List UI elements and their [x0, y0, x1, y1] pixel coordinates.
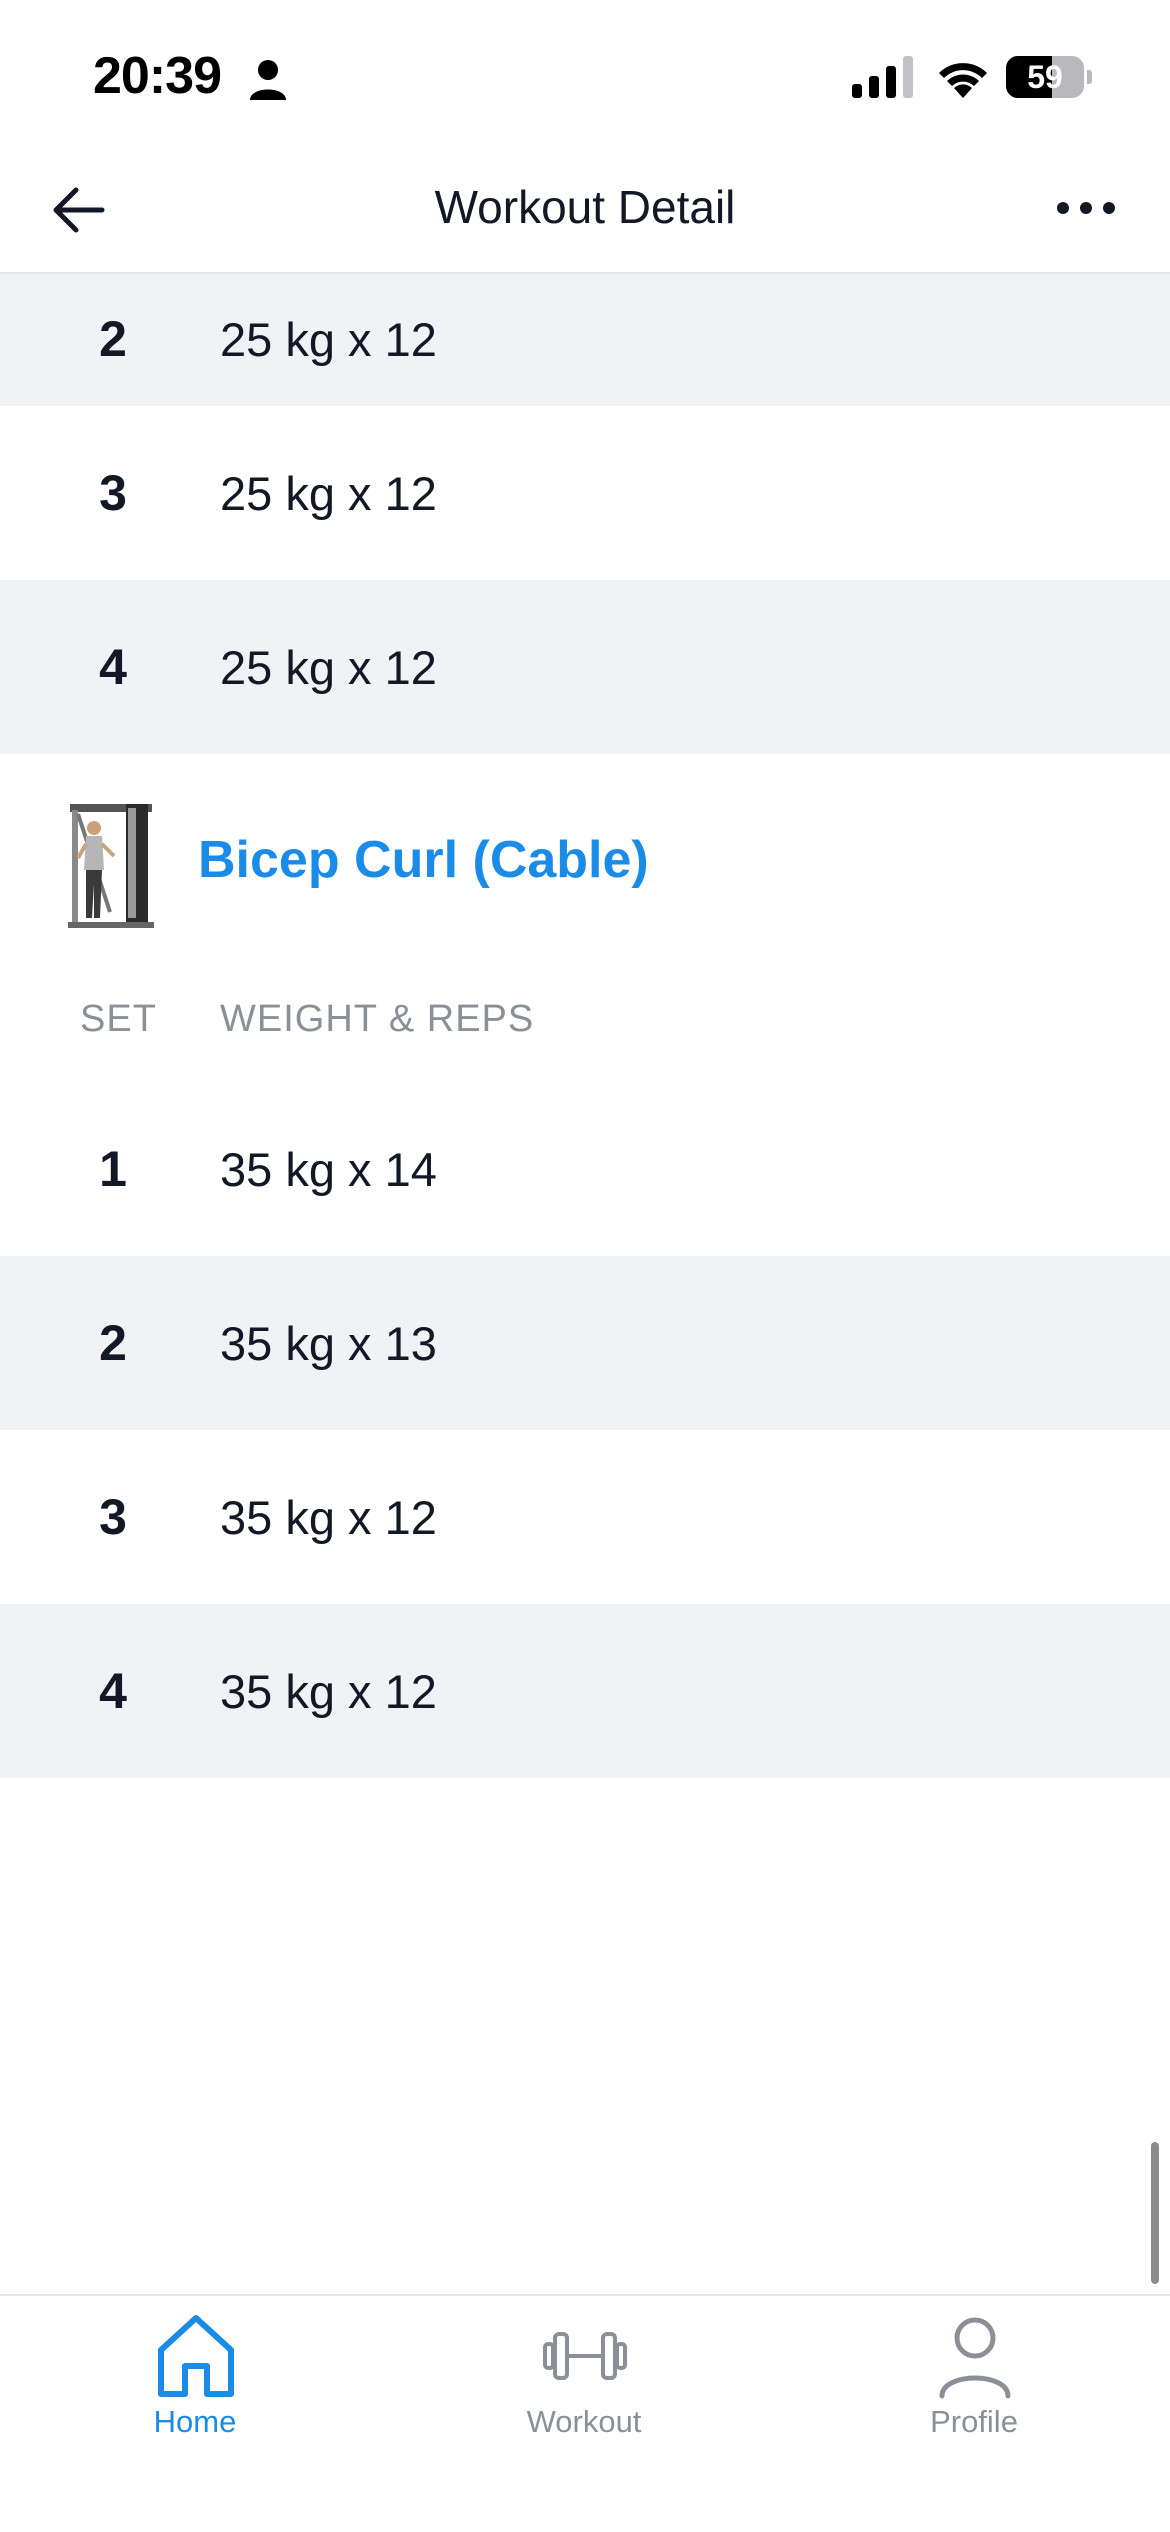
set-number: 2: [99, 311, 127, 367]
set-number: 3: [99, 1489, 127, 1545]
battery-icon: 59: [1006, 56, 1092, 98]
set-row: 2 35 kg x 13: [0, 1256, 1170, 1430]
set-weight-reps: 35 kg x 14: [220, 1142, 437, 1196]
cellular-signal-icon: [852, 56, 913, 98]
tab-home-label: Home: [153, 2404, 237, 2439]
set-number: 1: [99, 1141, 127, 1197]
set-number: 4: [99, 639, 127, 695]
cable-machine-icon: [68, 804, 154, 928]
more-options-button[interactable]: [1046, 188, 1126, 238]
tab-bar: Home Workout Profile: [0, 2294, 1170, 2532]
profile-icon: [939, 2317, 1011, 2399]
workout-detail-content[interactable]: 2 25 kg x 12 3 25 kg x 12 4 25 kg x 12 B…: [0, 272, 1170, 2294]
tab-profile-label: Profile: [930, 2404, 1018, 2439]
set-number: 2: [99, 1315, 127, 1371]
set-row: 1 35 kg x 14: [0, 1082, 1170, 1256]
ellipsis-icon: [1057, 202, 1115, 214]
tab-profile[interactable]: Profile: [824, 2310, 1124, 2460]
set-row: 4 35 kg x 12: [0, 1604, 1170, 1778]
set-weight-reps: 25 kg x 12: [220, 466, 437, 520]
dumbbell-icon: [543, 2332, 627, 2380]
set-number: 3: [99, 465, 127, 521]
nav-bar: Workout Detail: [0, 150, 1170, 274]
sets-table-header: SET WEIGHT & REPS: [0, 976, 1170, 1078]
column-header-set: SET: [80, 998, 157, 1040]
person-icon: [250, 60, 286, 100]
set-row: 4 25 kg x 12: [0, 580, 1170, 754]
battery-body: 59: [1006, 56, 1084, 98]
screen: 20:39 59 Workout Detail 2 25 kg x 12 3 2…: [0, 0, 1170, 2532]
exercise-header[interactable]: Bicep Curl (Cable): [0, 754, 1170, 976]
set-weight-reps: 35 kg x 12: [220, 1490, 437, 1544]
status-time: 20:39: [93, 47, 222, 105]
status-bar: 20:39 59: [0, 0, 1170, 150]
set-row: 3 25 kg x 12: [0, 406, 1170, 580]
home-icon: [158, 2315, 234, 2397]
exercise-name[interactable]: Bicep Curl (Cable): [198, 830, 649, 890]
set-weight-reps: 25 kg x 12: [220, 312, 437, 366]
page-title: Workout Detail: [434, 181, 736, 233]
scrollbar[interactable]: [1151, 2142, 1159, 2284]
battery-nub: [1087, 70, 1092, 84]
tab-workout[interactable]: Workout: [434, 2310, 734, 2460]
set-row: 3 35 kg x 12: [0, 1430, 1170, 1604]
column-header-weight-reps: WEIGHT & REPS: [220, 998, 535, 1040]
set-weight-reps: 35 kg x 13: [220, 1316, 437, 1370]
wifi-icon: [939, 63, 987, 98]
set-row: 2 25 kg x 12: [0, 272, 1170, 406]
set-weight-reps: 25 kg x 12: [220, 640, 437, 694]
set-number: 4: [99, 1663, 127, 1719]
tab-home[interactable]: Home: [45, 2310, 345, 2460]
tab-workout-label: Workout: [526, 2404, 642, 2439]
set-weight-reps: 35 kg x 12: [220, 1664, 437, 1718]
battery-percent: 59: [1027, 59, 1063, 95]
